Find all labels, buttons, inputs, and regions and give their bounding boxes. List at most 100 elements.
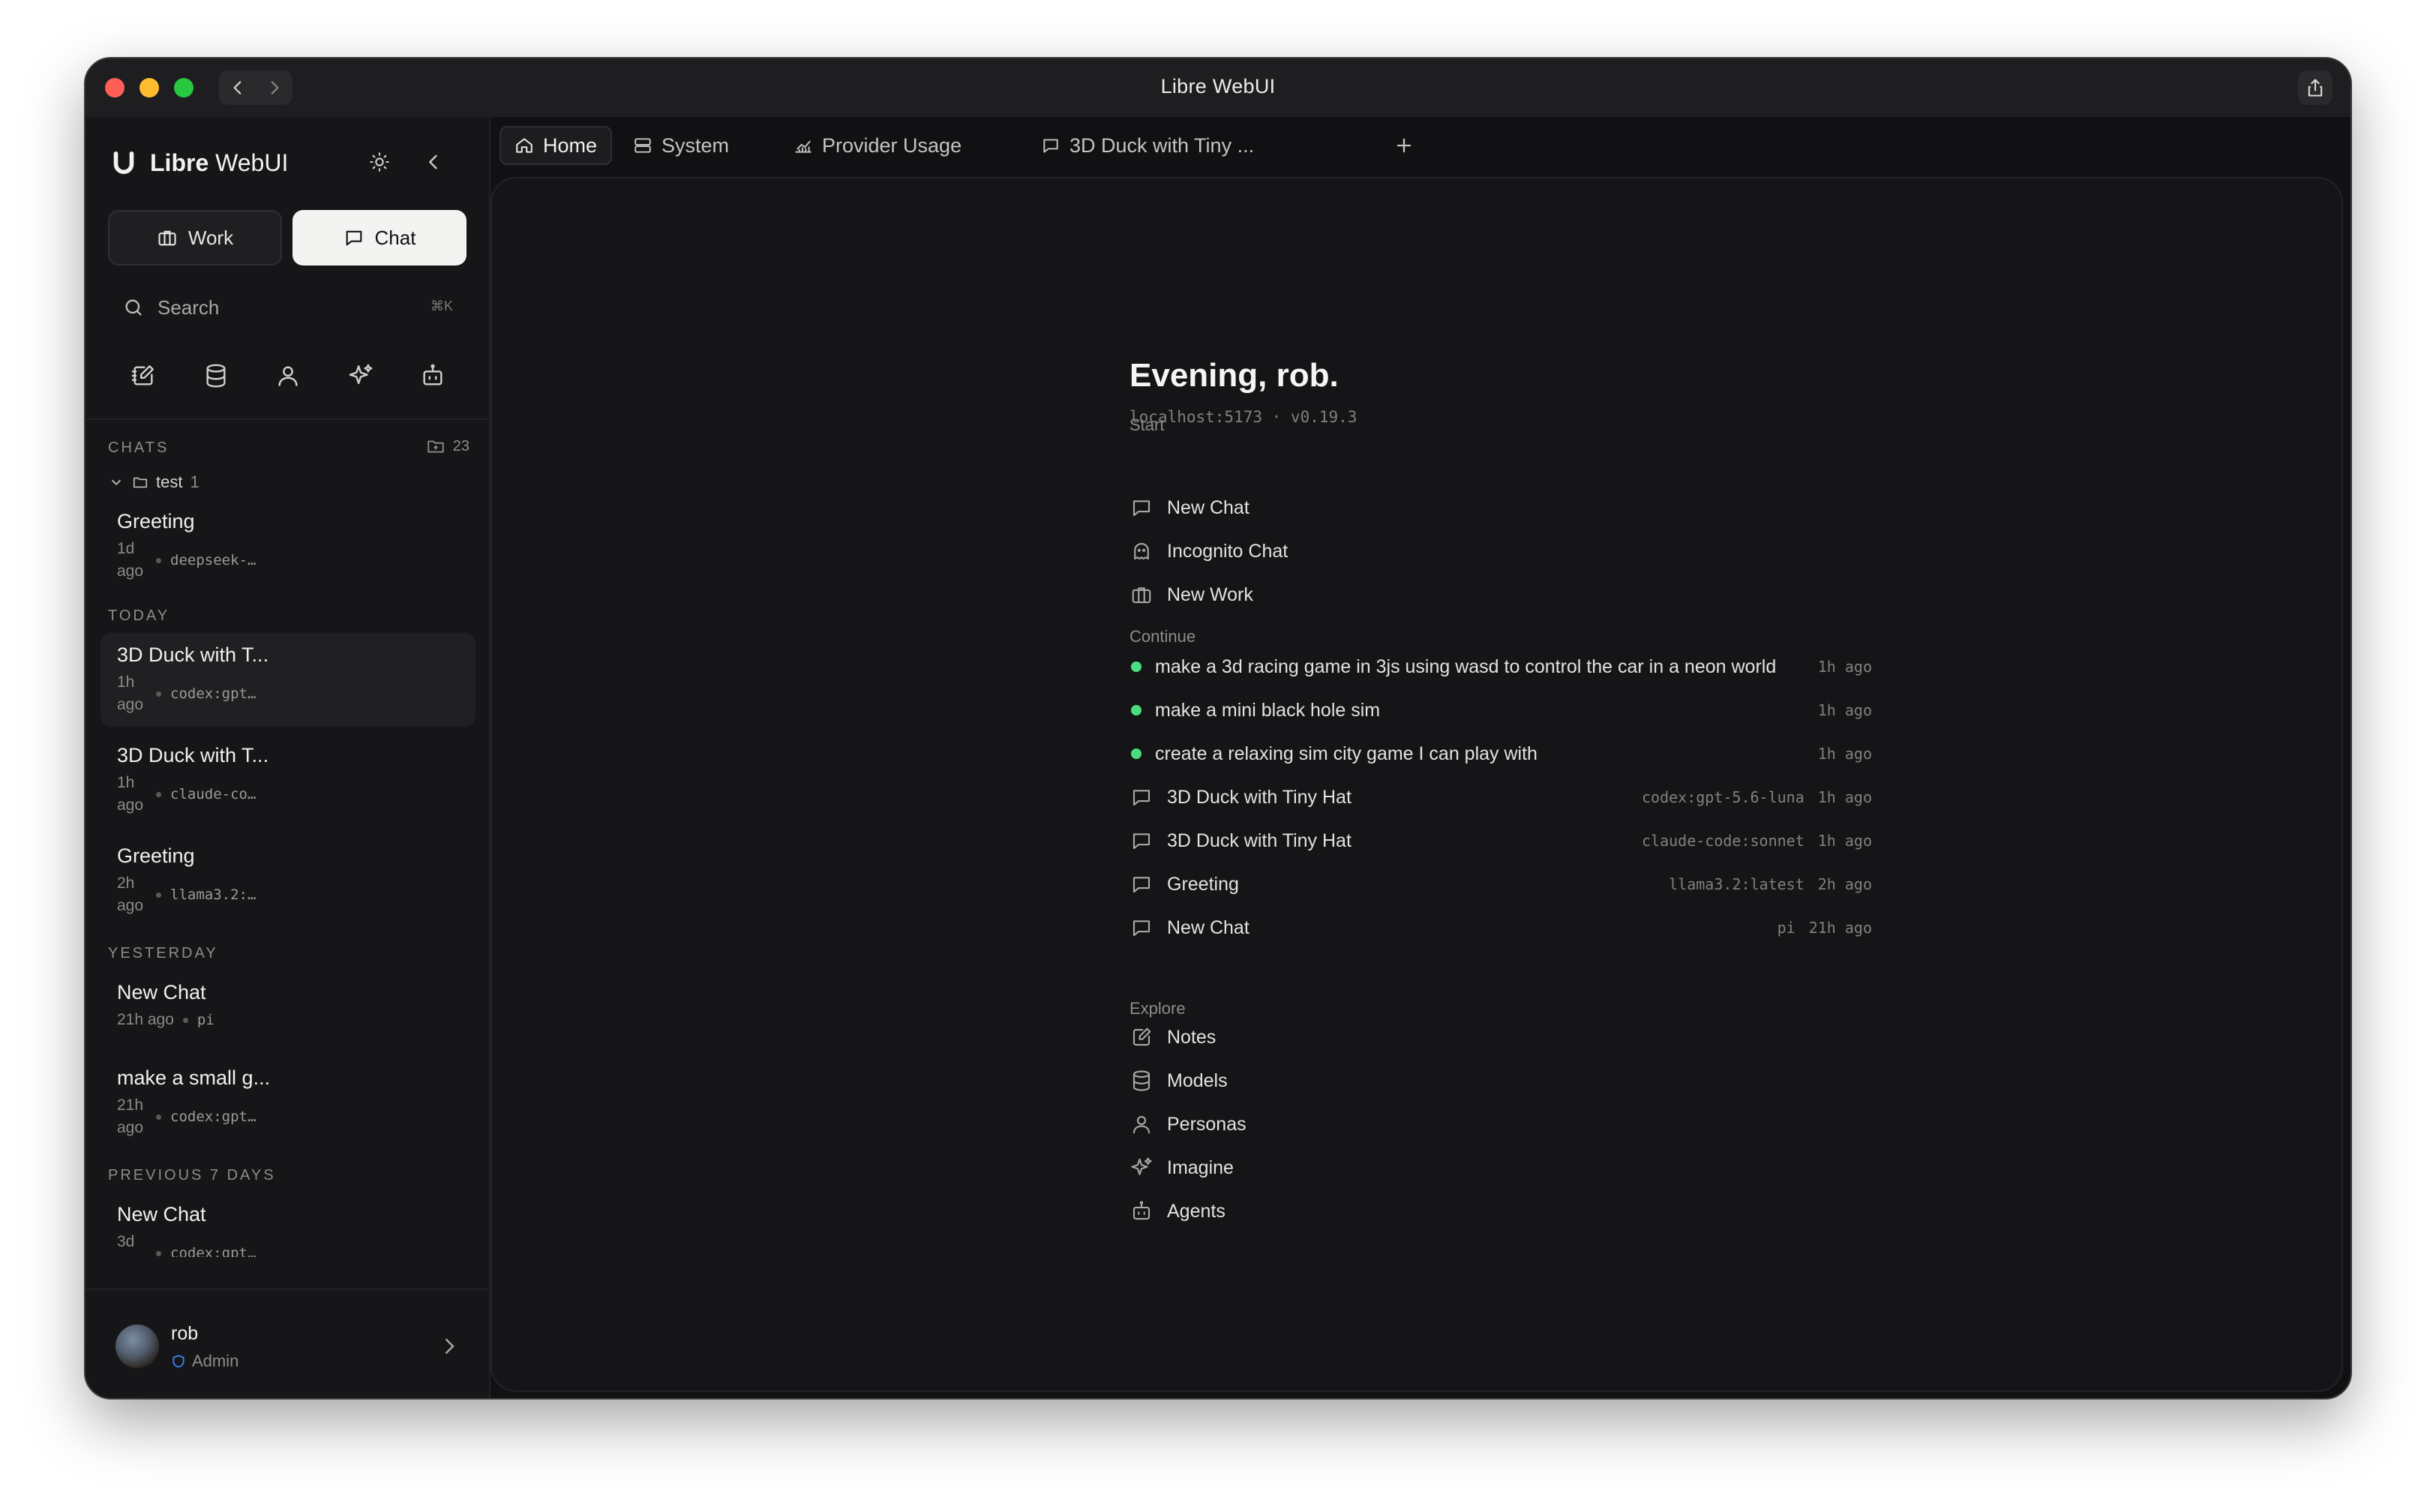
explore-notes[interactable]: Notes <box>1130 1020 1872 1054</box>
person-icon <box>278 366 298 386</box>
user-role: Admin <box>171 1352 238 1371</box>
continue-item[interactable]: New Chat pi 21h ago <box>1130 910 1872 945</box>
folder-name: test <box>156 472 183 491</box>
live-indicator <box>1131 662 1142 672</box>
chat-bubble-icon <box>1132 877 1150 893</box>
briefcase-icon <box>158 230 176 246</box>
app-window: Libre WebUI Libre WebUI Work Chat ⌘K <box>84 57 2352 1400</box>
search-input[interactable] <box>158 296 398 320</box>
today-section-label: TODAY <box>108 608 170 624</box>
brand-name: Libre WebUI <box>150 148 289 176</box>
continue-item[interactable]: Greeting llama3.2:latest 2h ago <box>1130 867 1872 902</box>
search-shortcut: ⌘K <box>430 298 453 314</box>
chat-bubble-icon <box>346 230 362 246</box>
folder-test[interactable]: test 1 <box>108 472 200 492</box>
tab-3d-duck[interactable]: 3D Duck with Tiny ... <box>1028 126 1268 165</box>
chat-bubble-icon <box>1132 500 1150 517</box>
share-button[interactable] <box>2298 70 2332 105</box>
explore-agents[interactable]: Agents <box>1130 1194 1872 1228</box>
start-placeholder <box>1130 60 1872 94</box>
notes-icon <box>131 365 154 386</box>
live-indicator <box>1131 748 1142 759</box>
chevron-right-icon <box>446 1339 454 1354</box>
imagine-button[interactable] <box>340 356 381 396</box>
continue-item[interactable]: create a relaxing sim city game I can pl… <box>1130 736 1872 771</box>
server-icon <box>634 138 651 153</box>
chats-section-label: CHATS <box>108 440 170 456</box>
start-new-work[interactable]: New Work <box>1130 578 1872 612</box>
chat-list: CHATS 23 test 1 Greeting 1d ago deepseek-… <box>86 417 490 1257</box>
chat-mode-button[interactable]: Chat <box>292 210 466 266</box>
start-incognito-chat[interactable]: Incognito Chat <box>1130 534 1872 568</box>
chart-icon <box>795 140 812 153</box>
share-icon <box>2308 79 2323 97</box>
chat-bubble-icon <box>1132 833 1150 850</box>
chevron-left-icon <box>429 154 437 170</box>
shield-icon <box>172 1354 184 1368</box>
work-mode-button[interactable]: Work <box>108 210 282 266</box>
briefcase-icon <box>1132 587 1151 604</box>
start-new-chat[interactable]: New Chat <box>1130 490 1872 525</box>
page-title: Evening, rob. <box>1130 357 1339 394</box>
database-icon <box>1132 1070 1150 1091</box>
search-icon <box>125 299 142 316</box>
sparkles-icon <box>349 364 372 385</box>
chat-bubble-icon <box>1132 920 1150 937</box>
chat-item[interactable]: Greeting 2h ago llama3.2:… <box>100 834 476 928</box>
notes-icon <box>1132 1028 1151 1046</box>
work-mode-label: Work <box>188 226 234 249</box>
libre-logo-icon <box>113 151 134 174</box>
chat-item-active[interactable]: 3D Duck with T... 1h ago codex:gpt… <box>100 633 476 727</box>
chat-item[interactable]: 3D Duck with T... 1h ago claude-co… <box>100 734 476 827</box>
continue-item[interactable]: 3D Duck with Tiny Hat claude-code:sonnet… <box>1130 824 1872 858</box>
continue-item[interactable]: make a 3d racing game in 3js using wasd … <box>1130 650 1872 684</box>
tab-home[interactable]: Home <box>500 126 613 165</box>
tab-system[interactable]: System <box>620 126 742 165</box>
chat-mode-label: Chat <box>374 226 416 249</box>
explore-imagine[interactable]: Imagine <box>1130 1150 1872 1185</box>
avatar <box>116 1324 159 1368</box>
chat-bubble-icon <box>1132 790 1150 806</box>
bot-icon <box>1132 1201 1150 1220</box>
chevron-down-icon <box>111 479 122 486</box>
tab-bar: Home System Provider Usage 3D Duck with … <box>490 117 2350 177</box>
bot-icon <box>423 364 442 386</box>
plus-icon <box>1396 138 1412 153</box>
chat-count[interactable]: 23 <box>426 436 470 456</box>
personas-button[interactable] <box>268 356 308 396</box>
explore-models[interactable]: Models <box>1130 1064 1872 1098</box>
collapse-sidebar-button[interactable] <box>418 147 448 177</box>
live-indicator <box>1131 705 1142 716</box>
models-button[interactable] <box>196 356 236 396</box>
tab-provider-usage[interactable]: Provider Usage <box>780 126 975 165</box>
continue-item[interactable]: make a mini black hole sim 1h ago <box>1130 693 1872 728</box>
home-icon <box>516 138 532 153</box>
chat-item[interactable]: Greeting 1d ago deepseek-… <box>100 500 476 593</box>
sidebar: Libre WebUI Work Chat ⌘K <box>86 117 490 1398</box>
folder-icon <box>133 477 148 488</box>
folder-count: 1 <box>190 472 200 491</box>
theme-toggle-button[interactable] <box>364 147 394 177</box>
notes-button[interactable] <box>123 356 164 396</box>
chat-item[interactable]: New Chat 3d agocodex:gpt… <box>100 1192 476 1257</box>
chat-item[interactable]: New Chat 21h ago pi <box>100 970 476 1042</box>
explore-personas[interactable]: Personas <box>1130 1107 1872 1142</box>
new-tab-button[interactable] <box>1386 128 1422 164</box>
ghost-icon <box>1134 542 1149 560</box>
agents-button[interactable] <box>412 356 453 396</box>
chat-bubble-icon <box>1043 139 1058 153</box>
sparkles-icon <box>1131 1157 1152 1175</box>
person-icon <box>1132 1115 1150 1134</box>
new-folder-icon <box>428 440 444 453</box>
user-name: rob <box>171 1323 199 1344</box>
previous-7-days-section-label: PREVIOUS 7 DAYS <box>108 1167 276 1184</box>
explore-section-label: Explore <box>1130 999 1186 1018</box>
search-box[interactable]: ⌘K <box>108 284 468 332</box>
brand-logo[interactable]: Libre WebUI <box>108 147 288 178</box>
user-menu[interactable]: rob Admin <box>86 1288 490 1398</box>
continue-item[interactable]: 3D Duck with Tiny Hat codex:gpt-5.6-luna… <box>1130 780 1872 814</box>
start-section-label: Start <box>1130 416 1165 434</box>
chat-item[interactable]: make a small g... 21h ago codex:gpt… <box>100 1056 476 1150</box>
sun-icon <box>370 152 389 172</box>
database-icon <box>206 364 226 388</box>
